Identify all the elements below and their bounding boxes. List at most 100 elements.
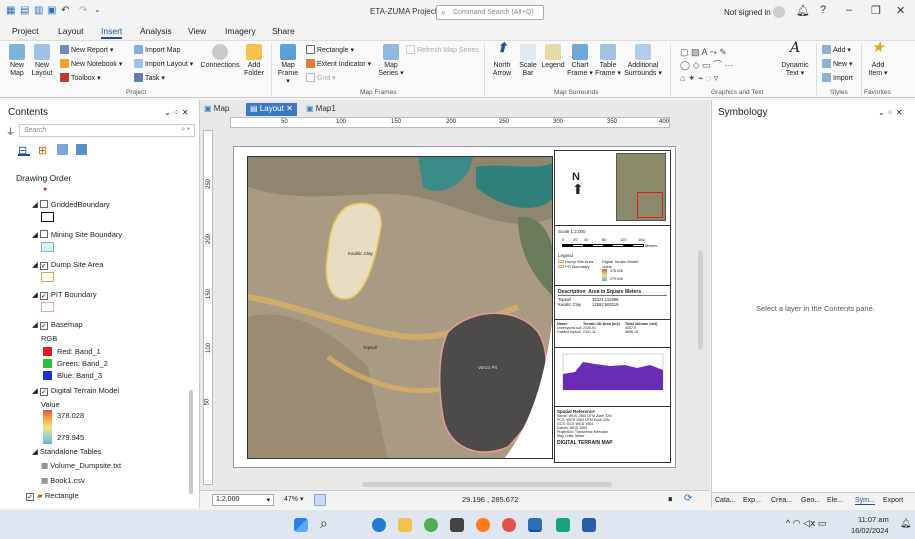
open-project-icon[interactable]: ▥ <box>34 5 43 16</box>
map-frame-button[interactable]: Map Frame ▾ <box>276 44 300 86</box>
tab-geoprocessing[interactable]: Geo... <box>801 497 820 504</box>
add-folder-button[interactable]: Add Folder <box>242 44 266 78</box>
import-layout-button[interactable]: Import Layout ▾ <box>134 59 193 68</box>
tab-layout[interactable]: Layout <box>58 26 84 36</box>
style-import-button[interactable]: Import <box>822 73 853 82</box>
layer-checkbox[interactable]: ✓ <box>39 262 48 270</box>
legend-button[interactable]: Legend <box>540 44 566 70</box>
tab-layout-view[interactable]: ▤ Layout ✕ <box>246 103 297 116</box>
command-search-input[interactable]: ⌕ Command Search (Alt+Q) <box>436 5 544 20</box>
firefox-icon[interactable] <box>476 518 490 532</box>
avatar[interactable] <box>773 6 785 18</box>
dynamic-text-button[interactable]: A Dynamic Text ▾ <box>780 41 810 78</box>
tab-catalog[interactable]: Cata... <box>715 497 736 504</box>
sign-in-status[interactable]: Not signed in <box>724 8 771 17</box>
redo-icon[interactable]: ↷ <box>79 5 87 16</box>
layer-basemap[interactable]: ◢ ✓ Basemap <box>32 320 83 330</box>
scale-select[interactable]: 1:2,000 ▾ <box>212 494 274 506</box>
new-report-button[interactable]: New Report ▾ <box>60 45 113 54</box>
notification-icon[interactable]: 🔔︎ <box>796 4 810 17</box>
layer-checkbox[interactable]: ✓ <box>26 493 34 501</box>
toolbox-button[interactable]: Toolbox ▾ <box>60 73 101 82</box>
pause-drawing-icon[interactable]: ⏸ <box>668 494 673 505</box>
rectangle-button[interactable]: Rectangle ▾ <box>306 45 354 54</box>
tab-project[interactable]: Project <box>12 26 38 36</box>
pane-options-icon[interactable]: ⌄ ⁘ ✕ <box>164 108 189 117</box>
list-by-drawing-order-icon[interactable]: ⊟ <box>18 144 30 157</box>
windows-start-icon[interactable] <box>294 518 308 532</box>
tab-symbology[interactable]: Sym... <box>855 497 875 505</box>
new-map-button[interactable]: New Map <box>6 44 28 78</box>
additional-surrounds-button[interactable]: Additional Surrounds ▾ <box>623 44 663 78</box>
tab-share[interactable]: Share <box>272 26 295 36</box>
graphics-layer-rectangle[interactable]: ✓ ▰ Rectangle <box>26 491 79 501</box>
undo-icon[interactable]: ↶ <box>61 5 69 16</box>
style-new-button[interactable]: New ▾ <box>822 59 852 68</box>
pane-options-icon[interactable]: ⌄ ⁘ ✕ <box>878 108 903 117</box>
clock-date[interactable]: 16/02/2024 <box>851 526 889 535</box>
scale-bar-button[interactable]: Scale Bar <box>516 44 540 78</box>
customize-icon[interactable]: ⌄ <box>94 5 101 14</box>
app-icon[interactable] <box>450 518 464 532</box>
arcgis-pro-icon[interactable] <box>528 518 542 532</box>
tab-explore[interactable]: Exp... <box>743 497 761 504</box>
standalone-tables-header[interactable]: ◢ Standalone Tables <box>32 447 101 456</box>
table-frame-button[interactable]: Table Frame ▾ <box>595 44 621 78</box>
list-by-selection-icon[interactable] <box>57 144 68 155</box>
layer-dump-site-area[interactable]: ◢ ✓ Dump Site Area <box>32 260 103 270</box>
qgis-icon[interactable] <box>424 518 438 532</box>
list-by-editing-icon[interactable] <box>76 144 87 155</box>
help-button[interactable]: ? <box>820 4 826 16</box>
zoom-select[interactable]: 47% ▾ <box>282 494 310 506</box>
table-item[interactable]: ▦ Volume_Dumpsite.txt <box>41 461 121 470</box>
map-series-button[interactable]: Map Series ▾ <box>376 44 406 78</box>
new-project-icon[interactable]: ▤ <box>20 5 29 16</box>
new-layout-button[interactable]: New Layout <box>30 44 54 78</box>
restore-button[interactable]: ❐ <box>871 4 881 17</box>
tab-element[interactable]: Ele... <box>827 497 843 504</box>
vertical-scrollbar[interactable] <box>698 250 703 350</box>
tab-insert[interactable]: Insert <box>101 26 123 39</box>
import-map-button[interactable]: Import Map <box>134 45 180 54</box>
system-tray[interactable]: ^ ◠ ◁ⅹ ▭ <box>786 518 826 529</box>
tab-analysis[interactable]: Analysis <box>140 26 172 36</box>
fixed-zoom-icon[interactable] <box>314 494 326 506</box>
notifications-icon[interactable]: 🔔︎ <box>900 518 911 529</box>
app-icon[interactable] <box>556 518 570 532</box>
map-frame[interactable]: Kaolitic Clay Topsoil Vanzo Pit <box>247 156 553 459</box>
layer-checkbox[interactable] <box>39 230 48 238</box>
refresh-map-series-button[interactable]: Refresh Map Series <box>406 45 479 54</box>
chrome-icon[interactable] <box>502 518 516 532</box>
list-by-source-icon[interactable]: ⊞ <box>38 144 47 157</box>
layout-page[interactable]: Kaolitic Clay Topsoil Vanzo Pit N ⬆ Scal… <box>233 146 676 468</box>
close-icon[interactable]: ✕ <box>286 104 293 113</box>
layer-checkbox[interactable]: ✓ <box>39 322 48 330</box>
tab-imagery[interactable]: Imagery <box>225 26 256 36</box>
clock-time[interactable]: 11:07 am <box>858 515 889 524</box>
graphics-gallery[interactable]: ▢ ▧ A ⤳ ✎ ◯ ◇ ▭ ⌒ ⋯ ⌂ ✦ ⌁ ◌ ▿ <box>680 46 776 84</box>
search-icon[interactable]: ⌕ <box>320 515 328 532</box>
layer-checkbox[interactable] <box>39 200 48 208</box>
tab-export[interactable]: Export <box>883 497 903 504</box>
layer-pit-boundary[interactable]: ◢ ✓ PIT Boundary <box>32 290 97 300</box>
tab-map[interactable]: ▣ Map <box>200 103 233 116</box>
grid-button[interactable]: Grid ▾ <box>306 73 336 82</box>
refresh-icon[interactable]: ⟳ <box>684 493 692 504</box>
layer-checkbox[interactable]: ✓ <box>39 388 48 396</box>
task-button[interactable]: Task ▾ <box>134 73 165 82</box>
chart-frame-button[interactable]: Chart Frame ▾ <box>567 44 593 78</box>
close-button[interactable]: ✕ <box>896 4 905 17</box>
layer-digital-terrain-model[interactable]: ◢ ✓ Digital Terrain Model <box>32 386 119 396</box>
layer-gridded-boundary[interactable]: ◢ GriddedBoundary <box>32 200 110 209</box>
tab-create[interactable]: Crea... <box>771 497 792 504</box>
layer-checkbox[interactable]: ✓ <box>39 292 48 300</box>
save-icon[interactable]: ▣ <box>47 5 56 16</box>
file-explorer-icon[interactable] <box>398 518 412 532</box>
minimize-button[interactable]: – <box>846 4 852 16</box>
edge-icon[interactable] <box>372 518 386 532</box>
scrollbar[interactable] <box>189 390 193 494</box>
tab-map1[interactable]: ▣ Map1 <box>302 103 340 116</box>
table-item[interactable]: ▦ Book1.csv <box>41 476 85 485</box>
tab-view[interactable]: View <box>188 26 206 36</box>
word-icon[interactable] <box>582 518 596 532</box>
